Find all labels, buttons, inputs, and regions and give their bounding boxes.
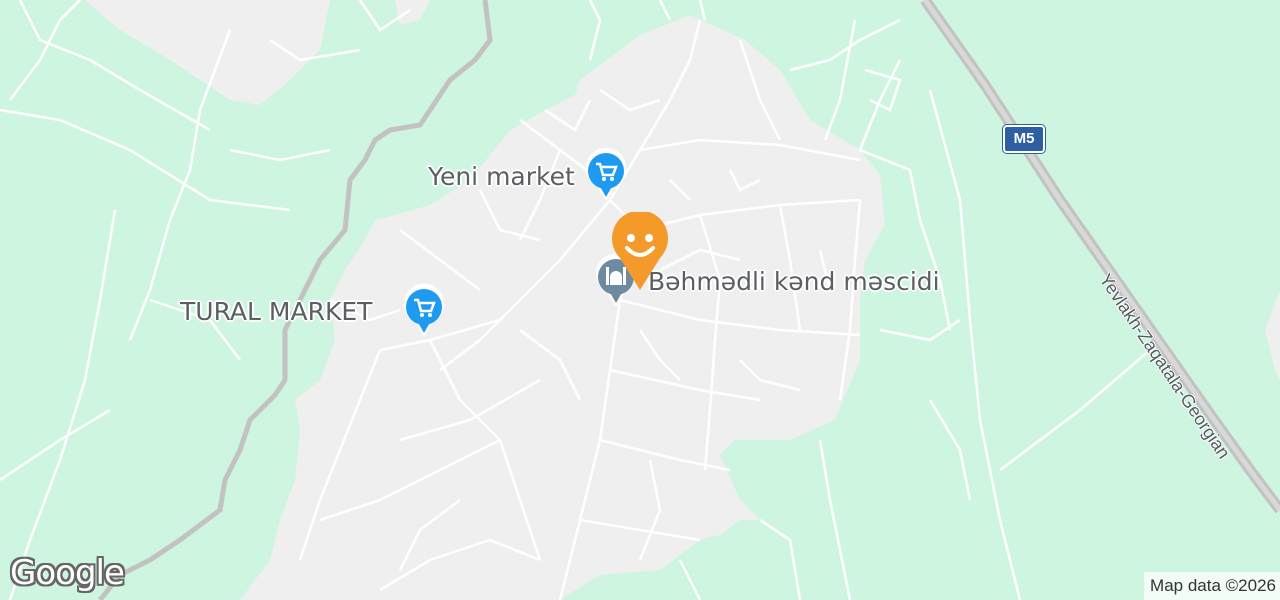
shopping-cart-icon[interactable] [582,147,630,203]
place-label-mosque[interactable]: Bəhmədli kənd məscidi [648,267,940,296]
place-label-yeni-market[interactable]: Yeni market [428,162,575,191]
place-label-tural-market[interactable]: TURAL MARKET [180,297,372,326]
road-shield-m5: M5 [1002,124,1046,154]
shopping-cart-icon[interactable] [400,283,448,339]
google-logo[interactable]: Google [10,553,125,593]
smiley-face-icon[interactable] [608,212,672,292]
map-attribution[interactable]: Map data ©2026 [1144,572,1280,600]
